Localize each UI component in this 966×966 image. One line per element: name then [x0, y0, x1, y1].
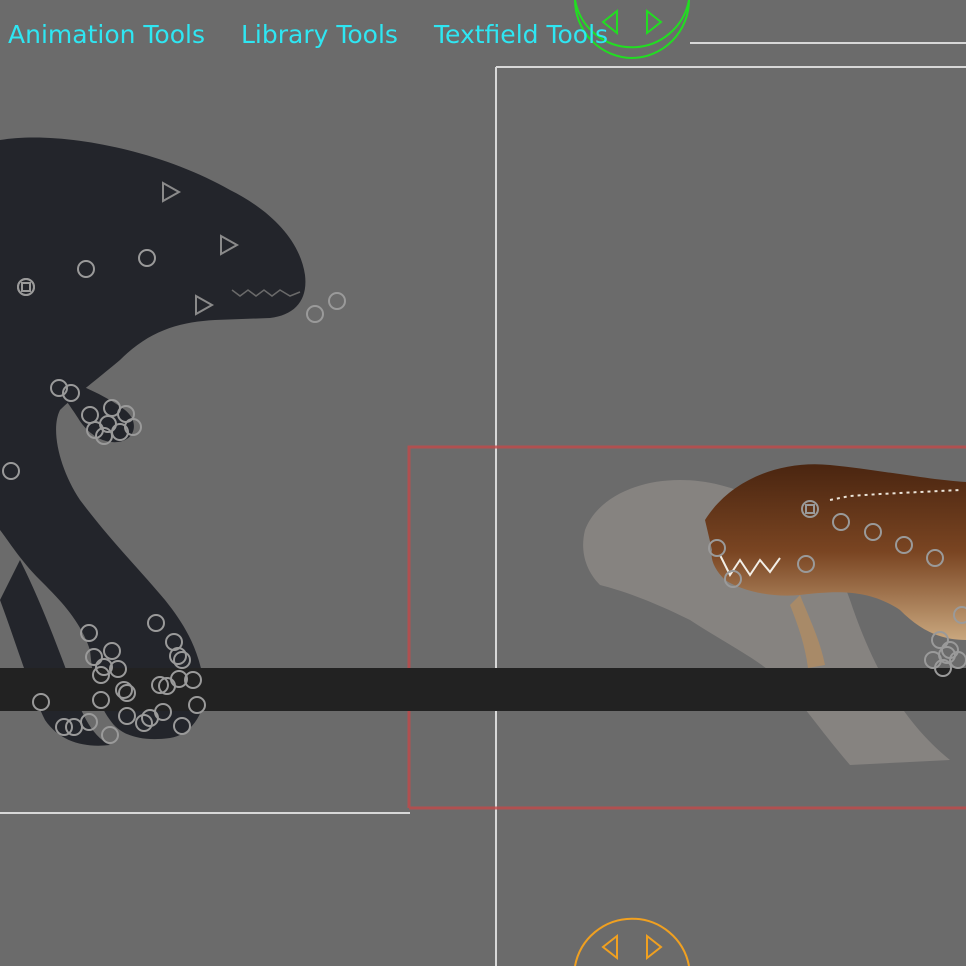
menu-library-tools[interactable]: Library Tools [241, 18, 398, 52]
animation-canvas[interactable] [0, 0, 966, 966]
joint-handle-icon[interactable] [306, 305, 324, 323]
joint-handle-icon[interactable] [328, 292, 346, 310]
dark-creature[interactable] [0, 137, 306, 746]
step-back-icon[interactable] [601, 933, 618, 961]
step-forward-icon[interactable] [646, 933, 663, 961]
menu-textfield-tools[interactable]: Textfield Tools [434, 18, 608, 52]
bottom-playhead-handle[interactable] [574, 917, 690, 966]
ground-platform [0, 668, 966, 711]
step-forward-icon[interactable] [646, 8, 663, 36]
joint-handle-icon[interactable] [101, 726, 119, 744]
menu-animation-tools[interactable]: Animation Tools [8, 18, 205, 52]
